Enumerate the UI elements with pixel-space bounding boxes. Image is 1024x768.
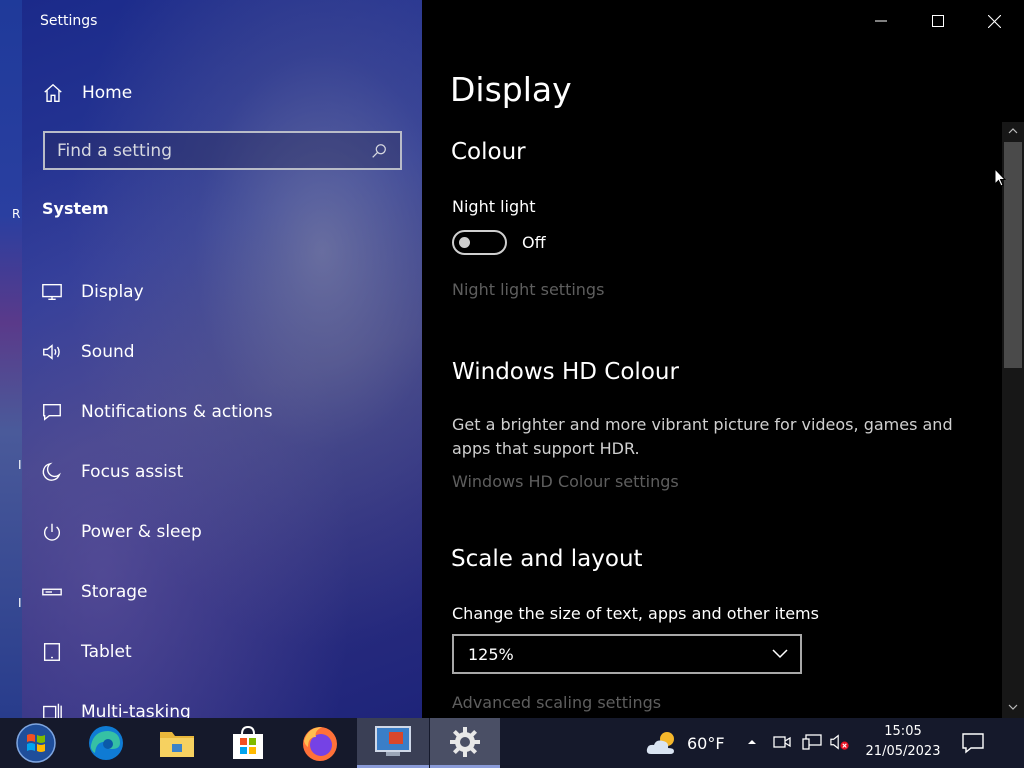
show-hidden-icons-button[interactable] <box>742 732 762 752</box>
camera-icon <box>773 736 791 748</box>
sidebar-nav: Display Sound Notifications & actions Fo… <box>40 262 420 742</box>
close-button[interactable] <box>966 0 1023 42</box>
section-heading: System <box>42 199 109 218</box>
network-button[interactable] <box>802 732 822 752</box>
home-icon <box>44 83 62 102</box>
close-icon <box>988 14 1001 28</box>
search-icon[interactable] <box>370 142 388 160</box>
home-label: Home <box>82 83 133 103</box>
firefox-taskbar-button[interactable] <box>284 718 356 768</box>
moon-icon <box>40 460 64 484</box>
sidebar-item-label: Sound <box>81 342 135 362</box>
weather-widget[interactable]: 60°F <box>645 718 725 768</box>
search-box[interactable] <box>43 131 402 170</box>
page-title: Display <box>450 70 572 109</box>
advanced-scaling-link[interactable]: Advanced scaling settings <box>452 693 661 712</box>
settings-taskbar-button[interactable] <box>430 718 500 768</box>
desktop-icon-label: I <box>18 596 22 610</box>
store-taskbar-button[interactable] <box>212 718 284 768</box>
mouse-cursor-icon <box>994 168 1006 187</box>
minimize-icon <box>874 20 887 22</box>
taskbar: 60°F 15:05 21/05/2023 <box>0 718 1024 768</box>
chevron-up-icon <box>1008 128 1018 134</box>
minimize-button[interactable] <box>852 0 909 42</box>
remote-desktop-icon <box>375 725 411 756</box>
app-title: Settings <box>40 13 98 29</box>
sidebar-item-display[interactable]: Display <box>40 262 420 322</box>
edge-icon <box>89 726 123 760</box>
sidebar-item-storage[interactable]: Storage <box>40 562 420 622</box>
chevron-down-icon <box>1008 704 1018 710</box>
vertical-scrollbar[interactable] <box>1002 122 1024 718</box>
sidebar-item-label: Notifications & actions <box>81 402 273 422</box>
chevron-up-icon <box>748 740 756 744</box>
file-explorer-taskbar-button[interactable] <box>141 718 213 768</box>
firefox-icon <box>303 727 337 761</box>
search-input[interactable] <box>57 140 370 161</box>
power-icon <box>40 520 64 544</box>
scroll-down-button[interactable] <box>1002 698 1024 716</box>
sidebar-item-tablet[interactable]: Tablet <box>40 622 420 682</box>
sidebar-item-notifications[interactable]: Notifications & actions <box>40 382 420 442</box>
scroll-thumb[interactable] <box>1004 142 1022 368</box>
night-light-settings-link[interactable]: Night light settings <box>452 280 604 299</box>
maximize-button[interactable] <box>909 0 966 42</box>
meet-now-button[interactable] <box>772 732 792 752</box>
settings-icon <box>450 726 480 757</box>
volume-button[interactable] <box>830 732 850 752</box>
file-explorer-icon <box>160 732 194 757</box>
scale-layout-heading: Scale and layout <box>451 546 643 572</box>
chevron-down-icon <box>772 649 788 659</box>
sidebar-item-sound[interactable]: Sound <box>40 322 420 382</box>
sidebar-item-label: Tablet <box>81 642 132 662</box>
clock[interactable]: 15:05 21/05/2023 <box>858 722 948 762</box>
clock-date: 21/05/2023 <box>865 744 941 759</box>
remote-desktop-taskbar-button[interactable] <box>357 718 429 768</box>
colour-heading: Colour <box>451 139 526 165</box>
volume-muted-icon <box>830 734 849 750</box>
maximize-icon <box>931 15 944 27</box>
scale-dropdown[interactable]: 125% <box>452 634 802 674</box>
clock-time: 15:05 <box>884 724 922 739</box>
hd-colour-description: Get a brighter and more vibrant picture … <box>452 415 953 458</box>
desktop-background: R I I <box>0 0 22 718</box>
scale-selected-value: 125% <box>468 644 514 664</box>
edge-taskbar-button[interactable] <box>70 718 142 768</box>
sidebar-item-label: Display <box>81 282 144 302</box>
sidebar-item-focus-assist[interactable]: Focus assist <box>40 442 420 502</box>
tablet-icon <box>40 640 64 664</box>
night-light-label: Night light <box>452 197 536 216</box>
weather-temperature: 60°F <box>687 733 725 753</box>
start-button[interactable] <box>0 718 72 768</box>
monitor-icon <box>40 280 64 304</box>
partly-cloudy-icon <box>646 732 674 754</box>
sidebar-item-label: Storage <box>81 582 148 602</box>
notification-icon <box>40 400 64 424</box>
display-settings-pane: Display Colour Night light Off Night lig… <box>422 0 1024 718</box>
night-light-state: Off <box>522 233 546 252</box>
store-icon <box>233 725 263 759</box>
sidebar-item-power-sleep[interactable]: Power & sleep <box>40 502 420 562</box>
night-light-toggle[interactable] <box>452 230 507 255</box>
desktop-icon-label: I <box>18 458 22 472</box>
settings-sidebar: Settings Home System Display <box>22 0 422 722</box>
scale-label: Change the size of text, apps and other … <box>452 604 819 623</box>
desktop-icon-label: R <box>12 207 21 221</box>
hd-colour-heading: Windows HD Colour <box>452 359 679 385</box>
action-center-icon[interactable] <box>960 730 986 756</box>
scroll-up-button[interactable] <box>1002 122 1024 140</box>
home-nav-item[interactable]: Home <box>42 79 132 107</box>
sidebar-item-label: Focus assist <box>81 462 184 482</box>
speaker-icon <box>40 340 64 364</box>
network-icon <box>802 734 822 750</box>
storage-icon <box>40 580 64 604</box>
start-icon <box>16 723 56 763</box>
hd-colour-settings-link[interactable]: Windows HD Colour settings <box>452 472 679 491</box>
sidebar-item-label: Power & sleep <box>81 522 202 542</box>
